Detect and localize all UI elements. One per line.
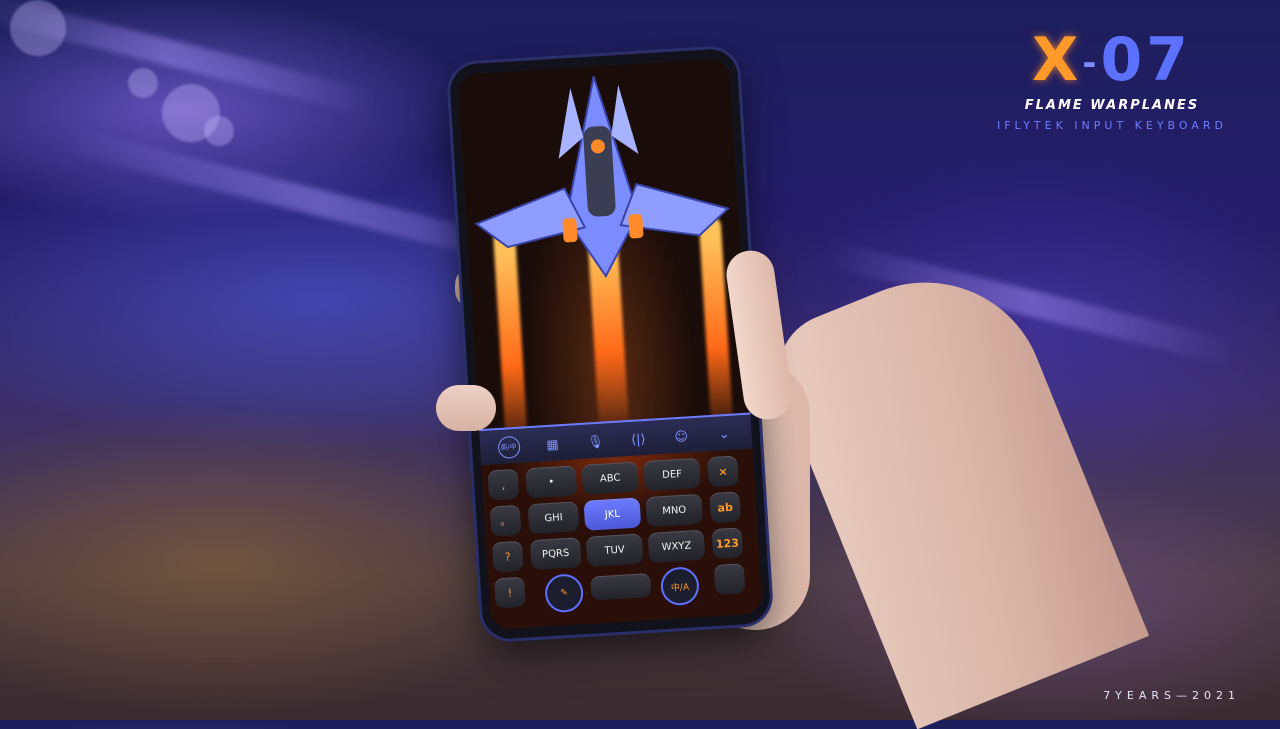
key-tuv[interactable]: TUV [585,533,644,567]
key-abc[interactable]: ABC [581,461,640,495]
brand-subtitle: FLAME WARPLANES [1024,98,1200,113]
key-comma[interactable]: , [487,468,520,501]
brand-tagline: IFLYTEK INPUT KEYBOARD [996,119,1228,132]
key-period[interactable]: 。 [489,504,522,537]
key-ghi[interactable]: GHI [527,501,580,535]
phone-device: 英/中 ▦ 🎙 ⟨|⟩ ☺ ⌄ , 。 ? ! • ABC DEF GHI JK… [448,47,772,641]
brand-block: X-07 FLAME WARPLANES IFLYTEK INPUT KEYBO… [992,30,1232,132]
space-bar[interactable] [590,572,652,601]
warplane-illustration [474,76,730,279]
logo-number: 07 [1100,25,1192,95]
microphone-icon[interactable]: 🎙 [585,431,606,452]
phone-screen: 英/中 ▦ 🎙 ⟨|⟩ ☺ ⌄ , 。 ? ! • ABC DEF GHI JK… [457,58,763,630]
key-punct-label: • [548,476,555,488]
logo-x: X [1032,25,1083,95]
key-wxyz[interactable]: WXYZ [647,529,706,564]
hand-finger [436,385,496,431]
zh-en-switch-button[interactable]: 中/A [659,566,701,607]
language-switch-button[interactable]: 英/中 [496,435,521,460]
key-jkl[interactable]: JKL [583,497,642,531]
key-pqrs[interactable]: PQRS [529,537,582,571]
key-enter[interactable] [713,563,746,596]
bokeh-light [10,0,66,56]
layout-icon[interactable]: ▦ [542,434,563,455]
key-ab-mode[interactable]: ab [709,491,742,524]
emoji-icon[interactable]: ☺ [671,426,692,447]
key-mno[interactable]: MNO [645,493,704,528]
key-delete[interactable]: × [707,455,739,488]
bokeh-light [204,116,234,146]
key-123-mode[interactable]: 123 [711,527,744,560]
collapse-keyboard-icon[interactable]: ⌄ [714,424,735,445]
keyboard-area: , 。 ? ! • ABC DEF GHI JKL MNO PQRS TUV W… [481,448,763,630]
bokeh-light [128,68,158,98]
logo-dash: - [1082,43,1101,84]
key-exclaim[interactable]: ! [494,576,526,609]
key-question[interactable]: ? [491,540,524,573]
key-def[interactable]: DEF [643,457,701,492]
cursor-icon[interactable]: ⟨|⟩ [628,429,649,450]
brand-logo: X-07 [992,30,1232,90]
footer-tag: 7YEARS—2021 [1103,689,1240,702]
pen-input-button[interactable]: ✎ [544,573,585,614]
key-punct[interactable]: • [525,465,578,499]
